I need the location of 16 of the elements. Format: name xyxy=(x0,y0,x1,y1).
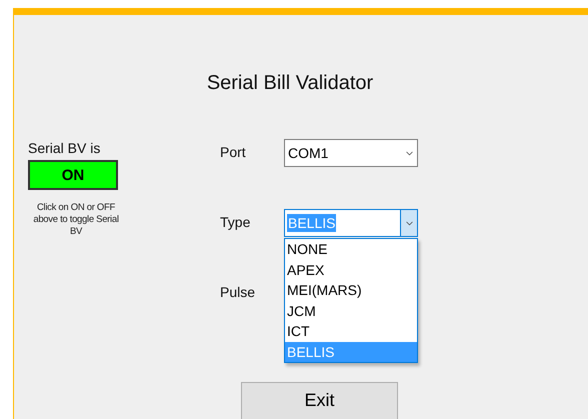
window-title: Serial Bill Validator xyxy=(206,71,374,95)
hint-text: Click on ON or OFF above to toggle Serial BV xyxy=(32,202,120,238)
dropdown-field[interactable]: COM1 xyxy=(284,139,418,167)
toggle-button[interactable]: ON xyxy=(28,160,118,190)
dropdown-option[interactable]: APEX xyxy=(285,260,417,280)
dropdown-option[interactable]: JCM xyxy=(285,300,417,321)
dropdown-value: BELLIS xyxy=(287,214,336,232)
exit-button[interactable]: Exit xyxy=(241,382,398,419)
dropdown-option[interactable]: ICT xyxy=(285,321,417,342)
field-label: Type xyxy=(220,213,252,232)
serial-bv-label: Serial BV is xyxy=(28,139,100,157)
dropdown-value: COM1 xyxy=(287,144,330,162)
dropdown-option[interactable]: NONE xyxy=(285,239,417,260)
field-label: Port xyxy=(220,143,247,162)
dropdown-option[interactable]: MEI(MARS) xyxy=(285,280,417,300)
field-label: Pulse xyxy=(220,283,256,302)
